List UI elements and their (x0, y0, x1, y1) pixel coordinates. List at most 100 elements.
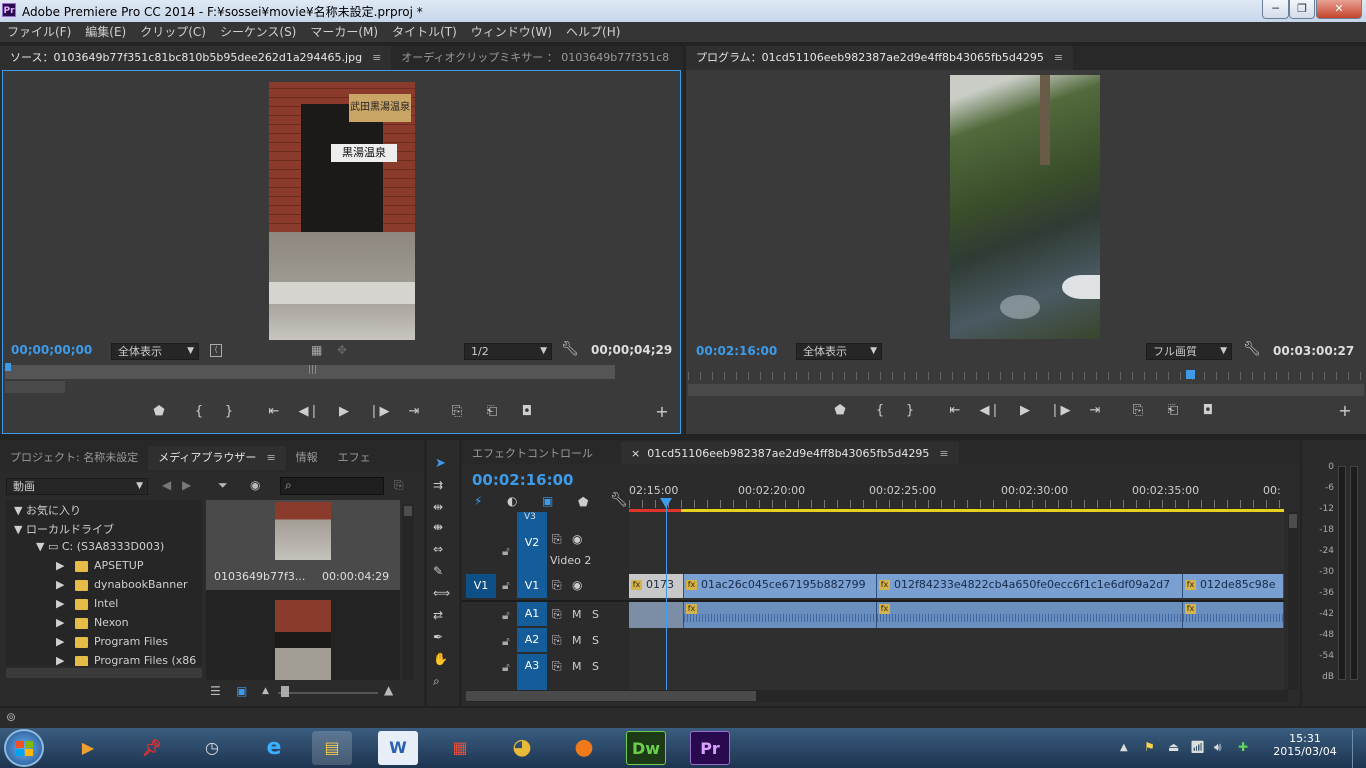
go-to-out-icon[interactable]: ⇥ (1084, 402, 1106, 420)
slide-tool-icon[interactable]: ⇄ (433, 608, 443, 622)
safe-margins-icon[interactable]: ⟨ (210, 344, 222, 357)
play-icon[interactable]: ▶ (1014, 402, 1036, 420)
add-button-icon[interactable]: + (651, 403, 673, 421)
nav-back-icon[interactable]: ◀ (162, 478, 171, 492)
tab-media-browser[interactable]: メディアブラウザー ≡ (148, 446, 286, 470)
sync-lock-icon[interactable]: ⎘ (552, 633, 562, 648)
source-zoom-select[interactable]: 全体表示 ▼ (111, 343, 199, 360)
mute-button[interactable]: M (572, 634, 582, 647)
rate-stretch-tool-icon[interactable]: ⇔ (433, 542, 443, 556)
video-clip[interactable]: fx 0173 (629, 574, 684, 598)
nav-forward-icon[interactable]: ▶ (182, 478, 191, 492)
solo-button[interactable]: S (592, 660, 599, 673)
usb-icon[interactable]: ⏏ (1168, 740, 1179, 754)
firefox-taskbar-icon[interactable]: ● (564, 731, 604, 765)
pen-tool-icon[interactable]: ✒ (433, 630, 443, 644)
lock-icon[interactable]: 🔓︎ (502, 608, 510, 623)
tab-info[interactable]: 情報 (286, 446, 328, 470)
mark-in-icon[interactable]: { (869, 402, 891, 420)
icon-view-icon[interactable]: ▣ (236, 684, 247, 698)
lock-icon[interactable]: 🔓︎ (502, 660, 510, 675)
timeline-playhead-handle[interactable] (660, 498, 672, 508)
sync-lock-icon[interactable]: ⎘ (552, 578, 562, 593)
tree-folder[interactable]: ▶ Program Files (x86 (56, 654, 196, 666)
drag-video-icon[interactable]: ✥ (337, 343, 347, 357)
add-marker-icon[interactable]: ⬟ (148, 403, 170, 421)
source-resolution-select[interactable]: 1/2 ▼ (464, 343, 552, 360)
step-forward-icon[interactable]: ❘▶ (1049, 402, 1071, 420)
track-vertical-scrollbar[interactable] (1288, 512, 1298, 690)
minimize-button[interactable]: ─ (1262, 0, 1289, 19)
word-taskbar-icon[interactable]: W (378, 731, 418, 765)
tree-folder[interactable]: ▶ dynabookBanner (56, 578, 188, 591)
menu-edit[interactable]: 編集(E) (78, 22, 133, 42)
source-playhead[interactable] (5, 363, 11, 371)
mark-out-icon[interactable]: } (899, 402, 921, 420)
zoom-in-icon[interactable]: ▲ (384, 683, 393, 697)
track-a3-target[interactable]: A3 (517, 654, 547, 690)
ripple-edit-tool-icon[interactable]: ⇹ (433, 500, 443, 514)
open-media-icon[interactable]: ⎘ (394, 478, 404, 493)
internet-explorer-taskbar-icon[interactable]: e (254, 731, 294, 765)
media-search-input[interactable]: ⌕ (280, 477, 384, 495)
frame-grid-icon[interactable]: ▦ (311, 343, 322, 357)
program-quality-select[interactable]: フル画質 ▼ (1146, 343, 1232, 360)
rolling-edit-tool-icon[interactable]: ⇼ (433, 520, 443, 534)
windows-start-button[interactable] (4, 729, 44, 767)
wrench-icon[interactable]: 🔧︎ (1243, 341, 1261, 357)
lock-icon[interactable]: 🔓︎ (502, 578, 510, 593)
tree-scrollbar[interactable] (6, 668, 202, 678)
marker-icon[interactable]: ⬟ (578, 495, 588, 509)
timeline-settings-icon[interactable]: 🔧︎ (610, 492, 628, 508)
go-to-out-icon[interactable]: ⇥ (403, 403, 425, 421)
play-icon[interactable]: ▶ (333, 403, 355, 421)
tab-effects[interactable]: エフェ (328, 446, 381, 470)
program-playhead[interactable] (1186, 370, 1195, 379)
tree-local-drives[interactable]: ▼ ローカルドライブ (14, 521, 114, 537)
tree-favorites[interactable]: ▼ お気に入り (14, 502, 81, 518)
video-clip[interactable]: fx 012f84233e4822cb4a650fe0ecc6f1c1e6df09… (877, 574, 1183, 598)
tab-sequence[interactable]: × 01cd51106eeb982387ae2d9e4ff8b43065fb5d… (621, 442, 959, 464)
snap-icon[interactable]: ⚡ (474, 494, 482, 508)
tab-audio-clip-mixer[interactable]: オーディオクリップミキサー ： 0103649b77f351c8 (391, 46, 679, 70)
step-back-icon[interactable]: ◀❘ (298, 403, 320, 421)
premiere-taskbar-icon[interactable]: Pr (690, 731, 730, 765)
zoom-tool-icon[interactable]: ⌕ (433, 674, 440, 689)
tree-folder[interactable]: ▶ APSETUP (56, 559, 143, 572)
menu-sequence[interactable]: シーケンス(S) (213, 22, 303, 42)
track-a2-target[interactable]: A2 (517, 628, 547, 652)
tree-drive-c[interactable]: ▼ ▭ C: (S3A8333D003) (36, 540, 164, 553)
audio-clip[interactable]: fx (1183, 602, 1284, 628)
show-hidden-icons-icon[interactable]: ▲ (1120, 742, 1128, 753)
sync-lock-icon[interactable]: ⎘ (552, 659, 562, 674)
lock-icon[interactable]: 🔓︎ (502, 634, 510, 649)
solo-button[interactable]: S (592, 608, 599, 621)
overwrite-icon[interactable]: ⎗ (481, 403, 503, 421)
eye-icon[interactable]: ◉ (572, 578, 582, 592)
mute-button[interactable]: M (572, 608, 582, 621)
filter-icon[interactable]: ⏷ (218, 478, 228, 493)
program-ruler[interactable] (688, 372, 1364, 380)
source-zoom-scrollbar[interactable] (5, 381, 65, 393)
video-clip[interactable]: fx 01ac26c045ce67195b882799 (684, 574, 877, 598)
sync-lock-icon[interactable]: ⎘ (552, 532, 562, 547)
source-v1-patch[interactable]: V1 (466, 574, 496, 598)
media-player-taskbar-icon[interactable]: ▶ (68, 731, 108, 765)
mark-out-icon[interactable]: } (218, 403, 240, 421)
volume-icon[interactable]: 🔊︎ (1214, 740, 1222, 755)
sync-lock-icon[interactable]: ⎘ (552, 607, 562, 622)
timeline-playhead-line[interactable] (666, 500, 667, 690)
export-frame-icon[interactable]: ◘ (516, 403, 538, 421)
menu-title[interactable]: タイトル(T) (385, 22, 464, 42)
mark-in-icon[interactable]: { (188, 403, 210, 421)
linked-selection-icon[interactable]: ◐ (507, 494, 517, 508)
chrome-taskbar-icon[interactable]: ◕ (502, 731, 542, 765)
close-button[interactable]: ✕ (1316, 0, 1362, 19)
audio-clip[interactable] (629, 602, 684, 628)
razor-tool-icon[interactable]: ✎ (433, 564, 443, 578)
audio-clip[interactable]: fx (684, 602, 877, 628)
media-filter-select[interactable]: 動画 ▼ (6, 478, 148, 495)
maximize-button[interactable]: ❐ (1289, 0, 1315, 19)
tree-folder[interactable]: ▶ Intel (56, 597, 118, 610)
clock-app-taskbar-icon[interactable]: ◷ (192, 731, 232, 765)
